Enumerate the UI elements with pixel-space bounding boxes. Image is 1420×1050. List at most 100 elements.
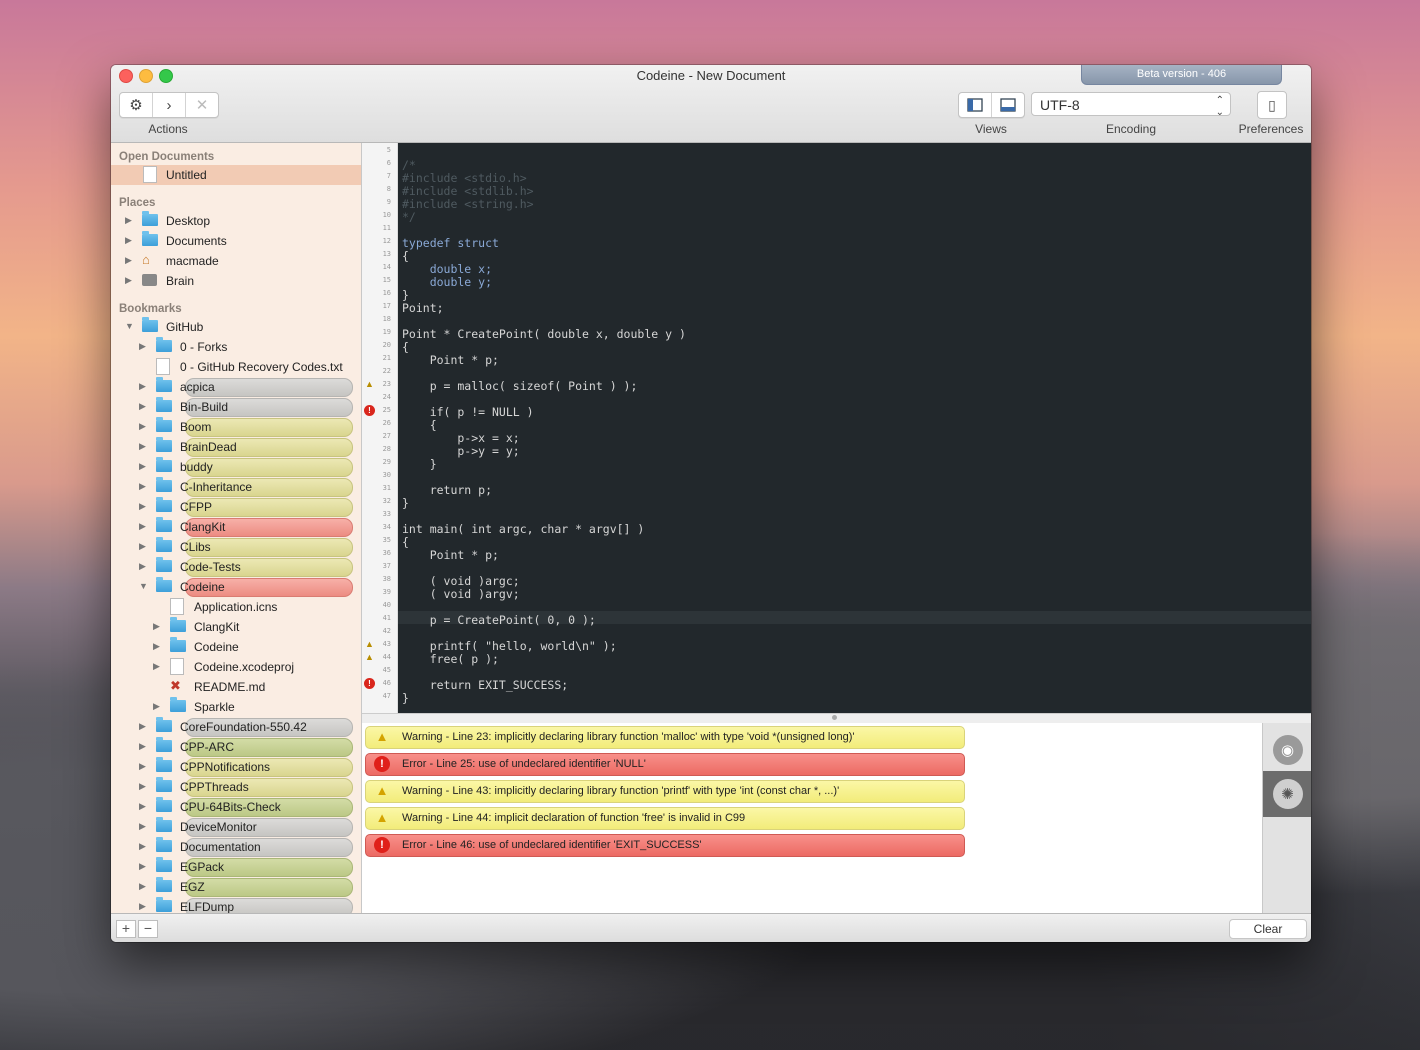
folder-icon <box>156 897 172 912</box>
disclosure-triangle-icon[interactable]: ▶ <box>139 421 146 432</box>
disclosure-triangle-icon[interactable]: ▶ <box>139 541 146 552</box>
remove-bookmark-button[interactable]: − <box>138 920 158 938</box>
disclosure-triangle-icon[interactable]: ▶ <box>153 621 160 632</box>
bookmark-item[interactable]: ▶ ClangKit <box>111 517 361 537</box>
disclosure-triangle-icon[interactable]: ▶ <box>139 741 146 752</box>
bookmark-item[interactable]: ▶ EGPack <box>111 857 361 877</box>
disclosure-triangle-icon[interactable]: ▶ <box>139 481 146 492</box>
disclosure-triangle-icon[interactable]: ▶ <box>125 275 132 286</box>
sidebar: Open Documents Untitled Places ▶ Desktop… <box>111 143 362 913</box>
bookmark-item[interactable]: ▶ acpica <box>111 377 361 397</box>
warning-row[interactable]: ▲ Warning - Line 44: implicit declaration… <box>365 807 965 830</box>
disclosure-triangle-icon[interactable]: ▼ <box>139 581 148 591</box>
disclosure-triangle-icon[interactable]: ▶ <box>153 701 160 712</box>
bookmark-item[interactable]: ▶ CPU-64Bits-Check <box>111 797 361 817</box>
bookmark-item[interactable]: ▶ Boom <box>111 417 361 437</box>
add-bookmark-button[interactable]: + <box>116 920 136 938</box>
issues-panel-button[interactable]: ✺ <box>1263 771 1311 817</box>
line-number: 5 <box>386 146 391 154</box>
bookmark-item[interactable]: ▶ CoreFoundation-550.42 <box>111 717 361 737</box>
disclosure-triangle-icon[interactable]: ▶ <box>139 801 146 812</box>
disclosure-triangle-icon[interactable]: ▶ <box>139 781 146 792</box>
warning-icon[interactable]: ▲ <box>364 652 375 663</box>
disclosure-triangle-icon[interactable]: ▶ <box>125 255 132 266</box>
bookmark-label: buddy <box>180 460 213 474</box>
bookmark-item[interactable]: ▶ DeviceMonitor <box>111 817 361 837</box>
bookmark-label: BrainDead <box>180 440 237 454</box>
warning-row[interactable]: ▲ Warning - Line 23: implicitly declaring… <box>365 726 965 749</box>
bookmark-item[interactable]: ▶ CPP-ARC <box>111 737 361 757</box>
error-row[interactable]: ! Error - Line 46: use of undeclared iden… <box>365 834 965 857</box>
disclosure-triangle-icon[interactable]: ▶ <box>125 235 132 246</box>
bookmark-item[interactable]: ▶ buddy <box>111 457 361 477</box>
warning-icon[interactable]: ▲ <box>364 379 375 390</box>
error-row[interactable]: ! Error - Line 25: use of undeclared iden… <box>365 753 965 776</box>
disclosure-triangle-icon[interactable]: ▶ <box>139 821 146 832</box>
bookmark-item[interactable]: 0 - GitHub Recovery Codes.txt <box>111 357 361 377</box>
disclosure-triangle-icon[interactable]: ▶ <box>139 721 146 732</box>
bookmark-item[interactable]: ▶ ClangKit <box>111 617 361 637</box>
disclosure-triangle-icon[interactable]: ▶ <box>139 841 146 852</box>
bookmark-item[interactable]: ▶ Sparkle <box>111 697 361 717</box>
disclosure-triangle-icon[interactable]: ▶ <box>139 901 146 912</box>
disclosure-triangle-icon[interactable]: ▶ <box>139 381 146 392</box>
clear-button[interactable]: Clear <box>1229 919 1307 939</box>
bookmark-item[interactable]: ▶ CFPP <box>111 497 361 517</box>
place-item-desktop[interactable]: ▶ Desktop <box>111 211 361 231</box>
disclosure-triangle-icon[interactable]: ▶ <box>139 761 146 772</box>
open-document-item[interactable]: Untitled <box>111 165 361 185</box>
bookmark-item[interactable]: ▶ BrainDead <box>111 437 361 457</box>
bookmark-item[interactable]: ▶ C-Inheritance <box>111 477 361 497</box>
bookmark-item[interactable]: ▶ CLibs <box>111 537 361 557</box>
place-item-brain[interactable]: ▶ Brain <box>111 271 361 291</box>
line-number: 46 <box>382 679 391 687</box>
bookmark-item[interactable]: ▶ Bin-Build <box>111 397 361 417</box>
disclosure-triangle-icon[interactable]: ▶ <box>139 561 146 572</box>
run-icon[interactable]: › <box>153 93 186 117</box>
sidebar-view-icon[interactable] <box>959 93 992 117</box>
line-number: 27 <box>382 432 391 440</box>
disclosure-triangle-icon[interactable]: ▶ <box>139 441 146 452</box>
disclosure-triangle-icon[interactable]: ▶ <box>139 501 146 512</box>
bookmark-item[interactable]: ▶ CPPNotifications <box>111 757 361 777</box>
bookmark-item[interactable]: ▶ ELFDump <box>111 897 361 913</box>
bookmark-item[interactable]: ▶ CPPThreads <box>111 777 361 797</box>
bookmark-item[interactable]: ▼ GitHub <box>111 317 361 337</box>
bookmark-item[interactable]: Application.icns <box>111 597 361 617</box>
bookmark-item[interactable]: ✖ README.md <box>111 677 361 697</box>
error-icon[interactable]: ! <box>364 405 375 416</box>
stop-icon[interactable]: ✕ <box>186 93 218 117</box>
disclosure-triangle-icon[interactable]: ▶ <box>139 861 146 872</box>
warning-row[interactable]: ▲ Warning - Line 43: implicitly declaring… <box>365 780 965 803</box>
bookmark-item[interactable]: ▶ Documentation <box>111 837 361 857</box>
bookmark-item[interactable]: ▼ Codeine <box>111 577 361 597</box>
folder-icon <box>170 617 186 632</box>
disclosure-triangle-icon[interactable]: ▶ <box>139 461 146 472</box>
disclosure-triangle-icon[interactable]: ▶ <box>139 341 146 352</box>
bookmark-item[interactable]: ▶ EGZ <box>111 877 361 897</box>
error-icon[interactable]: ! <box>364 678 375 689</box>
disclosure-triangle-icon[interactable]: ▶ <box>125 215 132 226</box>
encoding-select[interactable]: UTF-8 ⌃ ⌄ <box>1031 92 1231 118</box>
gear-icon[interactable]: ⚙ <box>120 93 153 117</box>
code-editor[interactable]: 5 6 7 8 9 10 11 12 13 14 15 16 17 18 19 20 21 22 23 24 25 26 2… <box>362 143 1311 713</box>
bookmark-item[interactable]: ▶ Code-Tests <box>111 557 361 577</box>
preferences-button[interactable]: ▯ <box>1257 91 1287 119</box>
line-number: 8 <box>386 185 391 193</box>
disclosure-triangle-icon[interactable]: ▶ <box>153 641 160 652</box>
divider-handle[interactable] <box>832 715 837 720</box>
bookmark-item[interactable]: ▶ Codeine.xcodeproj <box>111 657 361 677</box>
folder-icon <box>156 497 172 512</box>
bookmark-item[interactable]: ▶ Codeine <box>111 637 361 657</box>
warning-icon[interactable]: ▲ <box>364 639 375 650</box>
preview-panel-button[interactable]: ◉ <box>1263 727 1311 773</box>
disclosure-triangle-icon[interactable]: ▶ <box>139 881 146 892</box>
place-item-documents[interactable]: ▶ Documents <box>111 231 361 251</box>
disclosure-triangle-icon[interactable]: ▼ <box>125 321 134 331</box>
disclosure-triangle-icon[interactable]: ▶ <box>153 661 160 672</box>
disclosure-triangle-icon[interactable]: ▶ <box>139 401 146 412</box>
bottom-panel-view-icon[interactable] <box>992 93 1024 117</box>
disclosure-triangle-icon[interactable]: ▶ <box>139 521 146 532</box>
bookmark-item[interactable]: ▶ 0 - Forks <box>111 337 361 357</box>
place-item-home[interactable]: ▶ ⌂ macmade <box>111 251 361 271</box>
